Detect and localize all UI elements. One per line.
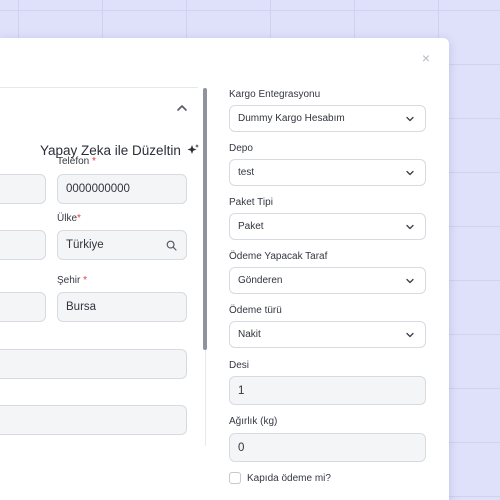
city-input[interactable]: Bursa: [57, 292, 187, 322]
phone-label: Telefon *: [57, 156, 96, 167]
warehouse-label: Depo: [229, 143, 253, 154]
section-divider: [0, 87, 198, 88]
shipment-modal: × Yapay Zeka ile Düzeltin Telefon * 0000…: [0, 38, 449, 500]
country-label: Ülke*: [57, 213, 81, 224]
cash-on-delivery-checkbox[interactable]: [229, 472, 241, 484]
package-type-select[interactable]: Paket: [229, 213, 426, 240]
chevron-down-icon: [403, 328, 417, 342]
phone-input[interactable]: 0000000000: [57, 174, 187, 204]
payment-type-label: Ödeme türü: [229, 305, 282, 316]
chevron-down-icon: [403, 112, 417, 126]
close-icon[interactable]: ×: [419, 51, 433, 65]
left-field-1[interactable]: [0, 174, 46, 204]
chevron-down-icon: [403, 274, 417, 288]
cargo-integration-label: Kargo Entegrasyonu: [229, 89, 321, 100]
warehouse-select[interactable]: test: [229, 159, 426, 186]
desi-label: Desi: [229, 360, 250, 371]
cash-on-delivery-label[interactable]: Kapıda ödeme mi?: [247, 473, 331, 484]
payment-type-select[interactable]: Nakit: [229, 321, 426, 348]
chevron-up-icon[interactable]: [174, 100, 190, 116]
search-icon[interactable]: [164, 238, 178, 252]
scrollbar-thumb[interactable]: [203, 88, 207, 350]
left-wide-field-2[interactable]: [0, 405, 187, 435]
weight-input[interactable]: 0: [229, 433, 426, 462]
desi-input[interactable]: 1: [229, 376, 426, 405]
sparkle-icon: [187, 144, 199, 154]
left-field-2[interactable]: [0, 230, 46, 260]
city-label: Şehir *: [57, 275, 88, 286]
cargo-integration-select[interactable]: Dummy Kargo Hesabım: [229, 105, 426, 132]
payer-label: Ödeme Yapacak Taraf: [229, 251, 328, 262]
left-wide-field-1[interactable]: [0, 349, 187, 379]
chevron-down-icon: [403, 220, 417, 234]
left-field-3[interactable]: [0, 292, 46, 322]
payer-select[interactable]: Gönderen: [229, 267, 426, 294]
chevron-down-icon: [403, 166, 417, 180]
weight-label: Ağırlık (kg): [229, 416, 278, 427]
country-input[interactable]: Türkiye: [57, 230, 187, 260]
scrollbar-track: [205, 350, 206, 446]
package-type-label: Paket Tipi: [229, 197, 273, 208]
